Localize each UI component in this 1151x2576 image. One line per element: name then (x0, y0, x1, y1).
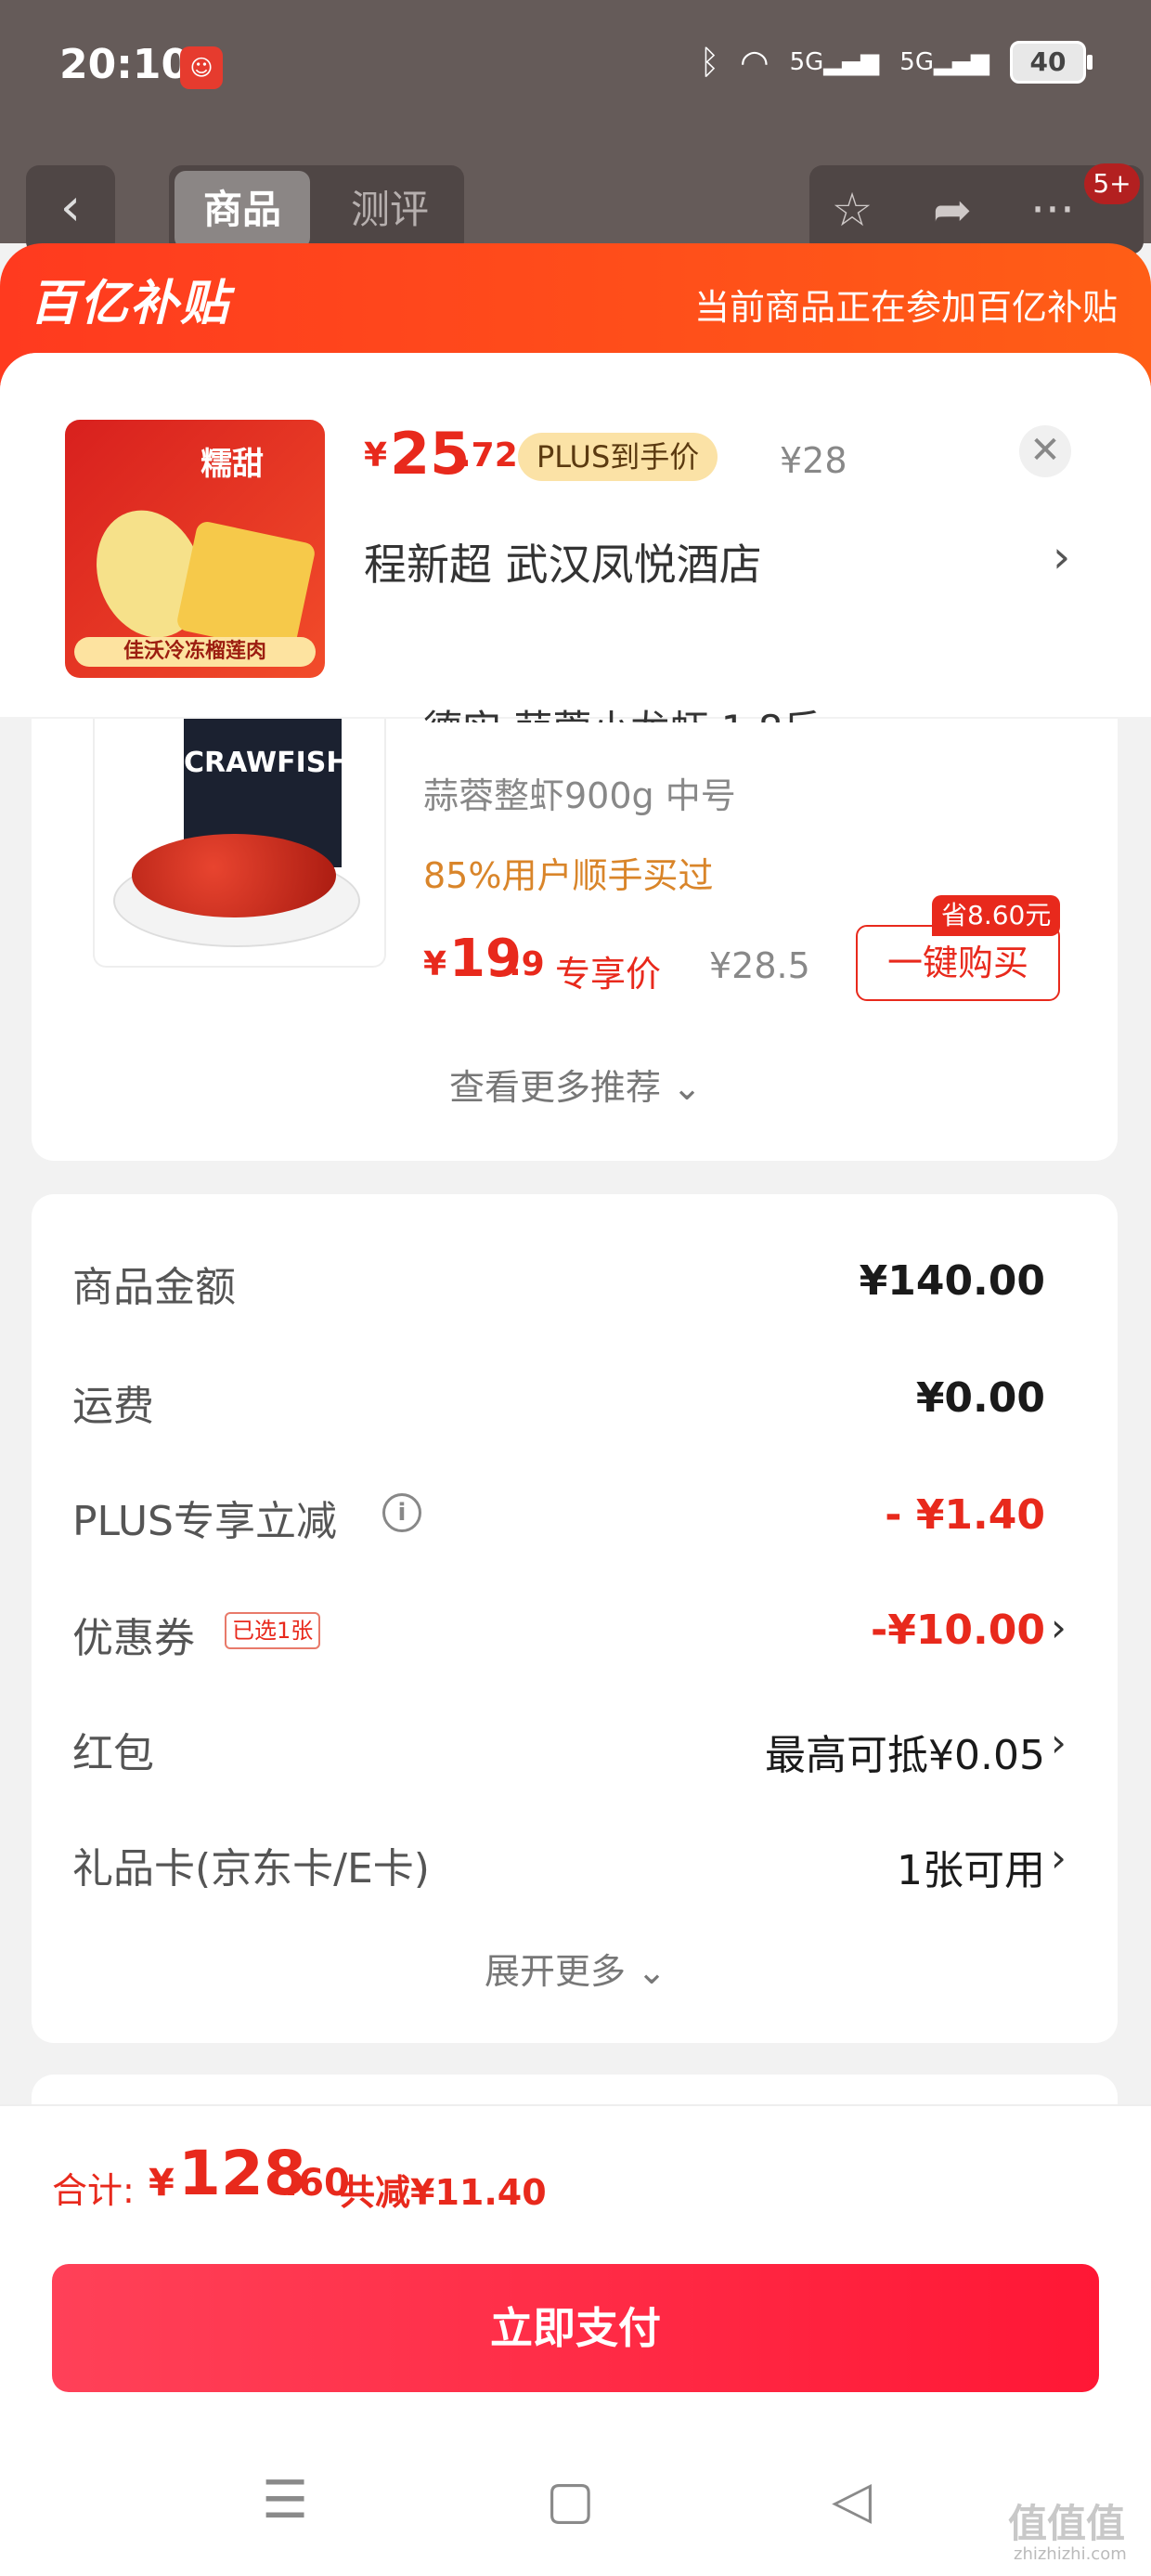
star-icon[interactable]: ☆ (806, 165, 899, 254)
goods-amount-label: 商品金额 (72, 1264, 236, 1311)
rec-price-decimal: .9 (509, 945, 545, 983)
save-amount-tag: 省8.60元 (932, 895, 1061, 936)
coupon-value[interactable]: -¥10.00 (871, 1607, 1045, 1654)
back-button[interactable]: ‹ (26, 165, 115, 254)
total-saved: 共减¥11.40 (340, 2172, 547, 2213)
message-badge: 5+ (1084, 163, 1140, 204)
rec-price-symbol: ¥ (423, 945, 447, 983)
plus-discount-label: PLUS专享立减 (72, 1498, 337, 1545)
subsidy-logo: 百亿补贴 (30, 276, 231, 332)
gift-card-value[interactable]: 1张可用 (897, 1837, 1045, 1896)
plus-discount-value: - ¥1.40 (885, 1491, 1045, 1539)
rec-original-price: ¥28.5 (709, 945, 810, 986)
signal-icon-2: 5G▂▄▆ (899, 48, 989, 76)
watermark: 值值值 (1008, 2501, 1126, 2546)
chevron-right-icon[interactable]: › (1051, 1720, 1067, 1765)
chevron-right-icon[interactable]: › (1051, 1835, 1067, 1880)
share-icon[interactable]: ➦ (906, 165, 999, 254)
price-decimal: .72 (459, 436, 518, 475)
coupon-selected-tag: 已选1张 (225, 1612, 321, 1649)
thumb-label: 佳沃冷冻榴莲肉 (74, 637, 316, 667)
close-button[interactable]: ✕ (1019, 425, 1071, 477)
store-address[interactable]: 程新超 武汉凤悦酒店 (364, 531, 762, 592)
notification-app-icon: ☺ (180, 46, 223, 89)
package-image (175, 519, 317, 655)
status-time: 20:10 (59, 41, 190, 88)
bluetooth-icon: ᛒ (699, 43, 720, 82)
subsidy-tip: 当前商品正在参加百亿补贴 (693, 287, 1118, 328)
status-bar: 20:10 ☺ ᛒ ◠ 5G▂▄▆ 5G▂▄▆ 40 (0, 0, 1151, 139)
shipping-label: 运费 (72, 1383, 154, 1430)
home-icon[interactable]: ▢ (546, 2470, 595, 2530)
tab-product[interactable]: 商品 (175, 171, 310, 249)
bag-text: CRAWFISH (184, 747, 350, 779)
original-price: ¥28 (780, 440, 847, 481)
wifi-icon: ◠ (740, 43, 769, 82)
recommendation-title: 德实 蒜蓉小龙虾 1.8斤 (423, 698, 822, 722)
one-click-buy-button[interactable]: 一键购买 (856, 925, 1060, 1001)
watermark-url: zhizhizhi.com (1014, 2544, 1127, 2564)
goods-amount-value: ¥140.00 (859, 1257, 1045, 1305)
recommendation-image[interactable]: CRAWFISH (93, 719, 386, 968)
menu-icon[interactable]: ☰ (262, 2470, 308, 2530)
shipping-value: ¥0.00 (915, 1374, 1045, 1422)
signal-icon: 5G▂▄▆ (789, 48, 880, 76)
chevron-right-icon[interactable]: › (1051, 1605, 1067, 1650)
gift-card-label[interactable]: 礼品卡(京东卡/E卡) (72, 1835, 430, 1894)
recommendation-spec: 蒜蓉整虾900g 中号 (423, 775, 736, 816)
red-packet-label[interactable]: 红包 (72, 1720, 154, 1779)
crawfish-image (132, 834, 336, 917)
tab-review[interactable]: 测评 (325, 171, 455, 249)
more-recommendations-link[interactable]: 查看更多推荐 ⌄ (0, 1059, 1151, 1110)
total-label: 合计: (52, 2170, 135, 2211)
red-packet-value[interactable]: 最高可抵¥0.05 (765, 1722, 1045, 1781)
product-thumbnail: 糯甜 佳沃冷冻榴莲肉 (65, 420, 325, 678)
recommendation-buyers: 85%用户顺手买过 (423, 855, 714, 896)
status-icons: ᛒ ◠ 5G▂▄▆ 5G▂▄▆ 40 (699, 41, 1093, 84)
coupon-label[interactable]: 优惠券 (72, 1605, 195, 1664)
expand-more-link[interactable]: 展开更多 ⌄ (0, 1943, 1151, 1994)
thumb-brand: 糯甜 (200, 446, 264, 483)
chevron-right-icon[interactable]: › (1053, 531, 1070, 583)
info-icon[interactable]: i (382, 1493, 421, 1532)
back-nav-icon[interactable]: ◁ (832, 2470, 872, 2530)
battery-icon: 40 (1010, 41, 1093, 84)
pay-now-button[interactable]: 立即支付 (52, 2264, 1099, 2392)
total-symbol: ¥ (149, 2162, 175, 2205)
price-symbol: ¥ (364, 436, 388, 475)
plus-price-tag: PLUS到手价 (518, 433, 718, 481)
exclusive-price-label: 专享价 (555, 954, 662, 995)
